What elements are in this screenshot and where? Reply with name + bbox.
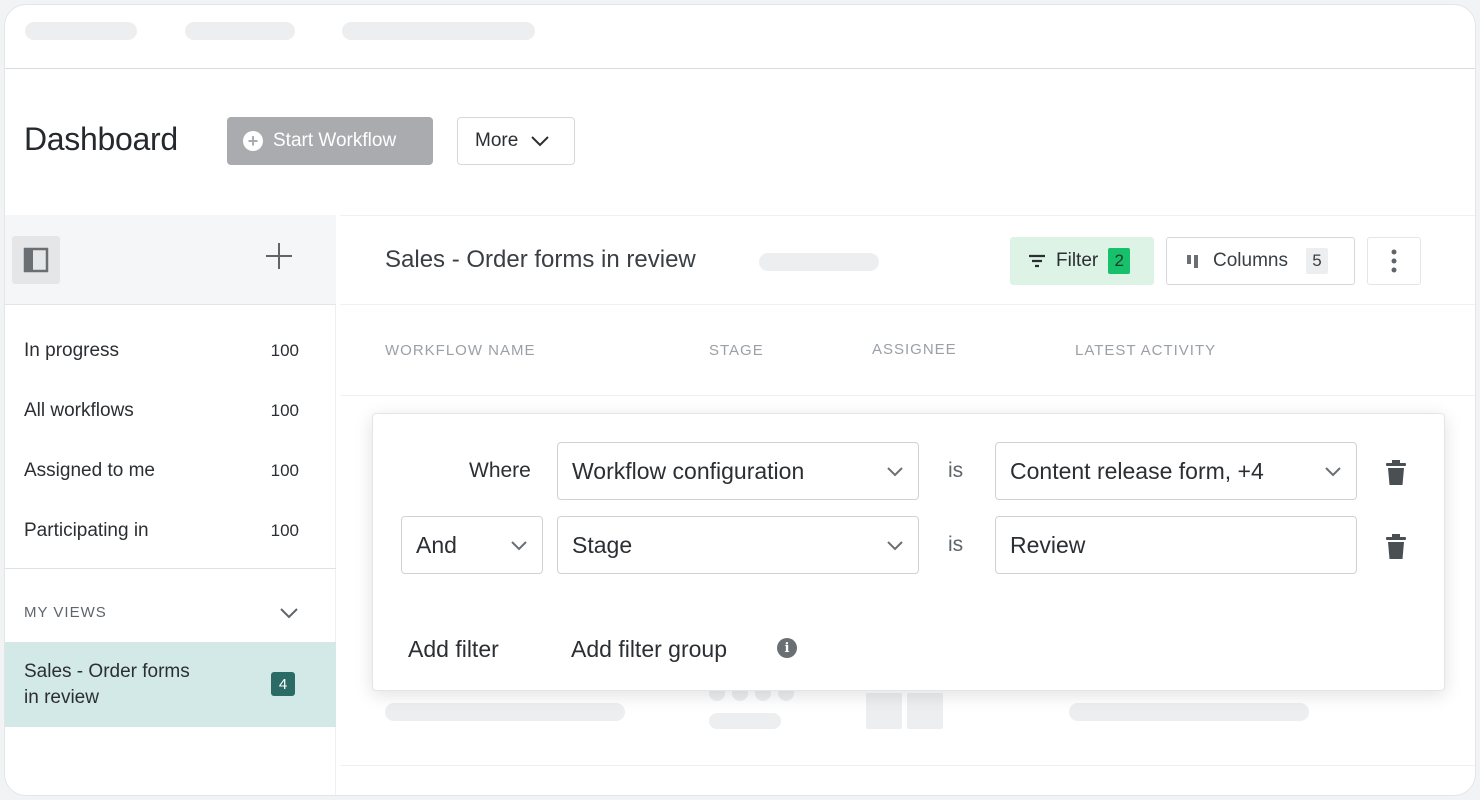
start-workflow-button[interactable]: + Start Workflow [227,117,433,165]
filter-field-select[interactable]: Workflow configuration [557,442,919,500]
avatar-placeholder [866,693,902,729]
column-header-latest-activity[interactable]: LATEST ACTIVITY [1075,342,1216,359]
column-header-workflow-name[interactable]: WORKFLOW NAME [385,342,536,359]
app-window: Dashboard + Start Workflow More In progr… [4,4,1476,796]
title-placeholder [759,253,879,271]
sidebar-item-in-progress[interactable]: In progress 100 [24,336,299,366]
filter-operator: is [948,533,964,556]
more-button[interactable]: More [457,117,575,165]
sidebar-item-assigned-to-me[interactable]: Assigned to me 100 [24,456,299,486]
filter-count-badge: 2 [1108,248,1131,274]
view-header: Sales - Order forms in review Filter 2 C… [340,215,1475,305]
row-divider [340,765,1475,766]
row-placeholder [709,713,781,729]
sidebar-item-label: Assigned to me [24,460,155,481]
filter-field-value: Stage [572,531,633,558]
trash-icon[interactable] [1385,534,1407,560]
add-filter-link[interactable]: Add filter [408,636,499,663]
kebab-menu-icon [1391,249,1397,273]
columns-count-badge: 5 [1305,248,1328,274]
top-nav [5,5,1475,69]
columns-label: Columns [1213,250,1288,271]
add-view-icon[interactable] [264,241,294,277]
start-workflow-label: Start Workflow [273,130,397,151]
columns-icon [1187,255,1198,268]
filter-field-select[interactable]: Stage [557,516,919,574]
my-views-label: MY VIEWS [24,604,107,621]
filter-label: Filter [1056,250,1099,271]
my-views-header[interactable]: MY VIEWS [24,604,299,621]
nav-placeholder [185,22,295,40]
nav-placeholder [342,22,535,40]
chevron-down-icon [511,540,527,550]
chevron-down-icon [280,607,298,618]
sidebar: In progress 100 All workflows 100 Assign… [5,215,336,795]
sidebar-item-participating-in[interactable]: Participating in 100 [24,516,299,546]
filter-connector-value: And [416,531,457,558]
view-count-badge: 4 [271,672,295,696]
trash-icon[interactable] [1385,460,1407,486]
filter-value-input[interactable]: Review [995,516,1357,574]
panel-toggle-button[interactable] [12,236,60,284]
filter-popover: Where Workflow configuration is Content … [372,413,1445,691]
chevron-down-icon [531,136,550,147]
sidebar-item-count: 100 [270,341,299,360]
sidebar-item-label: Participating in [24,520,149,541]
sidebar-item-all-workflows[interactable]: All workflows 100 [24,396,299,426]
sidebar-view-sales-order-forms[interactable]: Sales - Order forms in review 4 [5,642,336,727]
sidebar-item-count: 100 [270,521,299,540]
sidebar-item-label: In progress [24,340,120,361]
row-placeholder [385,703,625,721]
filter-icon [1029,254,1045,268]
plus-circle-icon: + [243,131,263,151]
columns-button[interactable]: Columns 5 [1166,237,1355,285]
more-options-button[interactable] [1367,237,1421,285]
sidebar-item-label: All workflows [24,400,134,421]
filter-connector-select[interactable]: And [401,516,543,574]
sidebar-header [5,215,336,305]
add-filter-group-link[interactable]: Add filter group [571,636,727,663]
sidebar-divider [5,568,336,569]
sidebar-item-count: 100 [270,461,299,480]
chevron-down-icon [887,466,903,476]
filter-connector-where: Where [469,459,531,482]
view-label: Sales - Order forms in review [24,661,190,708]
row-placeholder [1069,703,1309,721]
sidebar-panel-icon [23,247,49,273]
filter-operator: is [948,459,964,482]
column-header-assignee[interactable]: ASSIGNEE [872,341,957,358]
view-title: Sales - Order forms in review [385,246,696,273]
filter-field-value: Workflow configuration [572,457,805,484]
filter-button[interactable]: Filter 2 [1010,237,1154,285]
filter-value: Content release form, +4 [1010,457,1264,484]
info-icon[interactable]: i [777,638,797,658]
nav-placeholder [25,22,137,40]
chevron-down-icon [1325,466,1341,476]
filter-value: Review [1010,531,1086,558]
chevron-down-icon [887,540,903,550]
column-header-stage[interactable]: STAGE [709,342,764,359]
page-title: Dashboard [24,121,178,157]
row-divider [340,395,1475,396]
sidebar-item-count: 100 [270,401,299,420]
filter-value-select[interactable]: Content release form, +4 [995,442,1357,500]
avatar-placeholder [907,693,943,729]
more-label: More [475,130,519,151]
